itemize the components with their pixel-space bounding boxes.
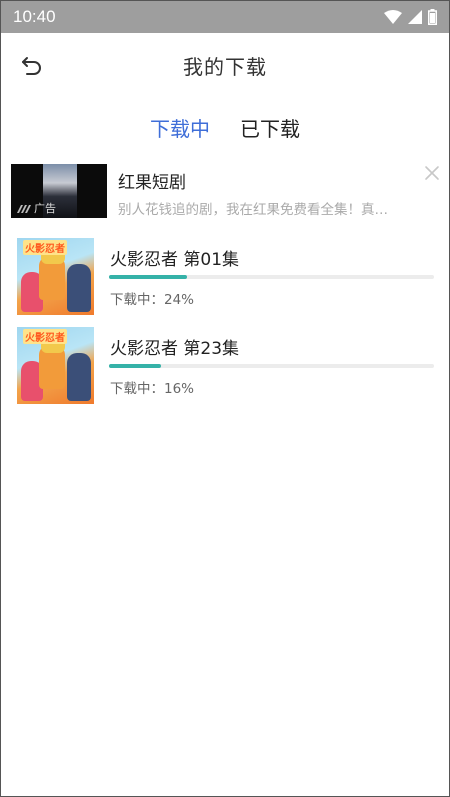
download-status: 下载中：16% [110, 381, 195, 397]
thumbnail-logo: 火影忍者 [23, 329, 67, 344]
back-button[interactable] [19, 53, 47, 77]
page-title: 我的下载 [183, 54, 267, 79]
status-icons [384, 9, 437, 25]
close-icon [425, 166, 439, 180]
ad-title[interactable]: 红果短剧 [118, 168, 186, 193]
ad-description[interactable]: 别人花钱追的剧，我在红果免费看全集！真… [118, 198, 418, 218]
progress-fill [109, 364, 161, 368]
ad-close-button[interactable] [423, 164, 441, 182]
download-item[interactable]: 火影忍者 火影忍者 第23集 下载中：16% [17, 327, 435, 407]
episode-title: 火影忍者 第01集 [110, 250, 240, 270]
ad-thumbnail[interactable]: 广告 [11, 164, 107, 218]
tab-downloading[interactable]: 下载中 [150, 113, 210, 142]
tab-downloaded[interactable]: 已下载 [240, 113, 300, 142]
tab-bar: 下载中 已下载 [1, 109, 449, 145]
episode-thumbnail: 火影忍者 [17, 327, 94, 404]
app-bar: 我的下载 [1, 33, 449, 97]
ad-banner[interactable]: 广告 红果短剧 别人花钱追的剧，我在红果免费看全集！真… [11, 164, 441, 222]
download-item[interactable]: 火影忍者 火影忍者 第01集 下载中：24% [17, 238, 435, 318]
wifi-icon [384, 10, 402, 24]
episode-thumbnail: 火影忍者 [17, 238, 94, 315]
progress-bar [109, 364, 434, 368]
episode-title: 火影忍者 第23集 [110, 339, 240, 359]
back-arrow-icon [22, 57, 41, 75]
progress-fill [109, 275, 187, 279]
status-bar: 10:40 [1, 1, 449, 33]
progress-bar [109, 275, 434, 279]
signal-icon [408, 10, 422, 24]
thumbnail-logo: 火影忍者 [23, 240, 67, 255]
ad-badge: 广告 [17, 200, 56, 216]
ad-badge-label: 广告 [34, 202, 56, 215]
battery-icon [428, 9, 437, 25]
download-status: 下载中：24% [110, 292, 195, 308]
ad-logo-icon [17, 205, 31, 213]
status-time: 10:40 [13, 7, 56, 26]
